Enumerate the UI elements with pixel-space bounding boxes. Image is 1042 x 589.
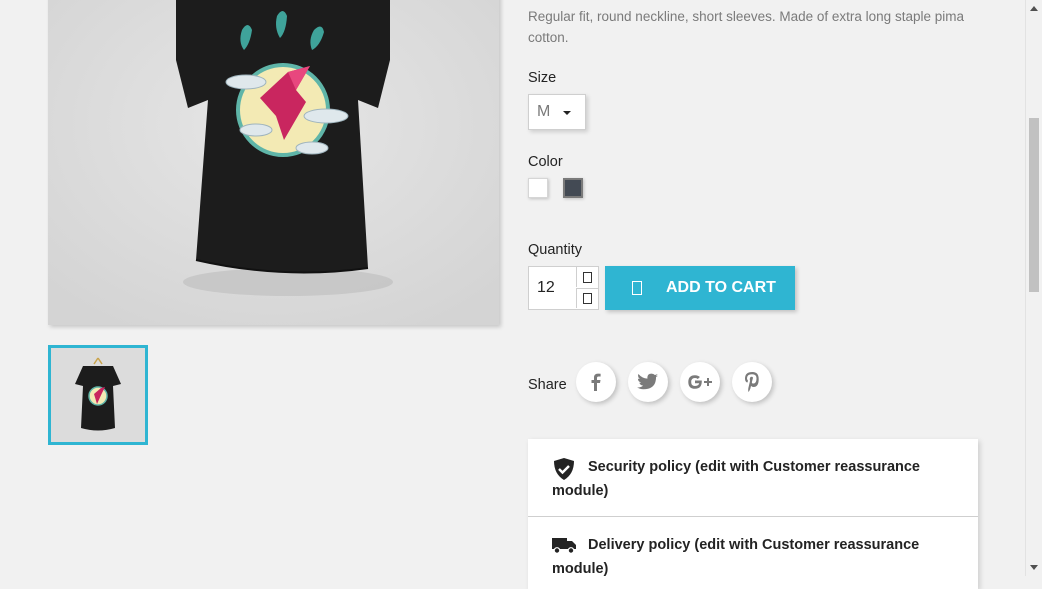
scrollbar-thumb[interactable] [1029, 118, 1039, 292]
quantity-stepper [528, 266, 599, 310]
product-cover-image[interactable] [48, 0, 499, 325]
add-to-cart-button[interactable]: ADD TO CART [605, 266, 795, 310]
product-description: Regular fit, round neckline, short sleev… [528, 9, 964, 45]
reassurance-block: Security policy (edit with Customer reas… [528, 439, 978, 589]
quantity-label: Quantity [528, 242, 582, 258]
shield-icon [552, 458, 578, 481]
scroll-down-icon[interactable] [1030, 565, 1038, 570]
facebook-icon [591, 373, 601, 391]
tshirt-thumbnail-image [51, 348, 145, 442]
share-facebook-button[interactable] [576, 362, 616, 402]
product-thumbnail[interactable] [48, 345, 148, 445]
chevron-down-icon [563, 111, 571, 115]
share-pinterest-button[interactable] [732, 362, 772, 402]
cart-icon [632, 281, 642, 295]
color-swatch-black[interactable] [563, 178, 583, 198]
quantity-decrease-button[interactable] [576, 288, 598, 308]
reassurance-item-delivery: Delivery policy (edit with Customer reas… [552, 533, 952, 581]
size-selected-value: M [537, 103, 551, 120]
quantity-increase-button[interactable] [576, 267, 598, 287]
color-label: Color [528, 154, 563, 170]
share-google-plus-button[interactable] [680, 362, 720, 402]
scroll-up-icon[interactable] [1030, 6, 1038, 11]
truck-icon [552, 536, 578, 555]
share-twitter-button[interactable] [628, 362, 668, 402]
size-label: Size [528, 70, 557, 86]
pinterest-icon [745, 372, 759, 392]
reassurance-security-text: Security policy (edit with Customer reas… [552, 459, 920, 499]
add-to-cart-label: ADD TO CART [666, 279, 776, 296]
twitter-icon [637, 373, 659, 390]
caret-up-icon [583, 271, 592, 283]
reassurance-delivery-text: Delivery policy (edit with Customer reas… [552, 537, 920, 577]
quantity-input[interactable] [529, 267, 575, 309]
tshirt-image [48, 0, 499, 325]
caret-down-icon [583, 293, 592, 304]
share-label: Share [528, 377, 567, 393]
google-plus-icon [688, 375, 712, 389]
size-select[interactable]: M [528, 94, 586, 130]
vertical-scrollbar[interactable] [1025, 0, 1042, 576]
reassurance-item-security: Security policy (edit with Customer reas… [552, 455, 952, 503]
reassurance-divider [528, 516, 978, 517]
color-swatch-white[interactable] [528, 178, 548, 198]
